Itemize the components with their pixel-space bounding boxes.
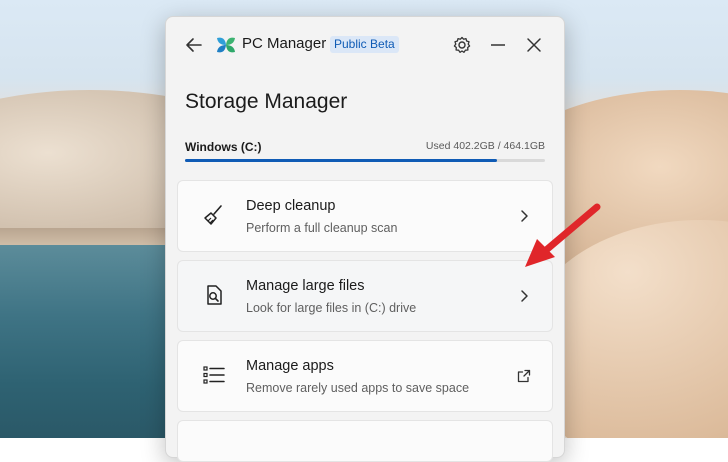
chevron-right-icon bbox=[521, 210, 528, 222]
close-icon[interactable] bbox=[523, 34, 545, 56]
drive-usage-bar bbox=[185, 159, 545, 162]
card-title: Deep cleanup bbox=[246, 198, 336, 214]
title-bar: PC Manager Public Beta bbox=[166, 17, 564, 73]
next-card[interactable] bbox=[177, 420, 553, 462]
gear-icon[interactable] bbox=[451, 34, 473, 56]
external-link-icon bbox=[517, 369, 531, 383]
card-subtitle: Remove rarely used apps to save space bbox=[246, 381, 470, 395]
chevron-right-icon bbox=[521, 290, 528, 302]
card-title: Manage large files bbox=[246, 278, 365, 294]
page-title: Storage Manager bbox=[185, 90, 348, 113]
pc-manager-logo-icon bbox=[217, 37, 235, 53]
card-subtitle: Look for large files in (C:) drive bbox=[246, 301, 417, 315]
app-name: PC Manager bbox=[242, 35, 327, 52]
deep-cleanup-card[interactable]: Deep cleanup Perform a full cleanup scan bbox=[177, 180, 553, 252]
back-arrow-icon[interactable] bbox=[183, 34, 205, 56]
drive-label: Windows (C:) bbox=[185, 140, 262, 154]
pc-manager-window: PC Manager Public Beta Storage Manager W… bbox=[165, 16, 565, 462]
list-icon bbox=[203, 366, 225, 384]
broom-icon bbox=[204, 205, 222, 225]
drive-usage-text: Used 402.2GB / 464.1GB bbox=[425, 140, 545, 152]
manage-apps-card[interactable]: Manage apps Remove rarely used apps to s… bbox=[177, 340, 553, 412]
file-search-icon bbox=[207, 285, 222, 305]
drive-usage-fill bbox=[185, 159, 497, 162]
card-subtitle: Perform a full cleanup scan bbox=[246, 221, 398, 235]
minimize-icon[interactable] bbox=[487, 34, 509, 56]
beta-badge: Public Beta bbox=[330, 36, 399, 53]
card-title: Manage apps bbox=[246, 358, 334, 374]
manage-large-files-card[interactable]: Manage large files Look for large files … bbox=[177, 260, 553, 332]
